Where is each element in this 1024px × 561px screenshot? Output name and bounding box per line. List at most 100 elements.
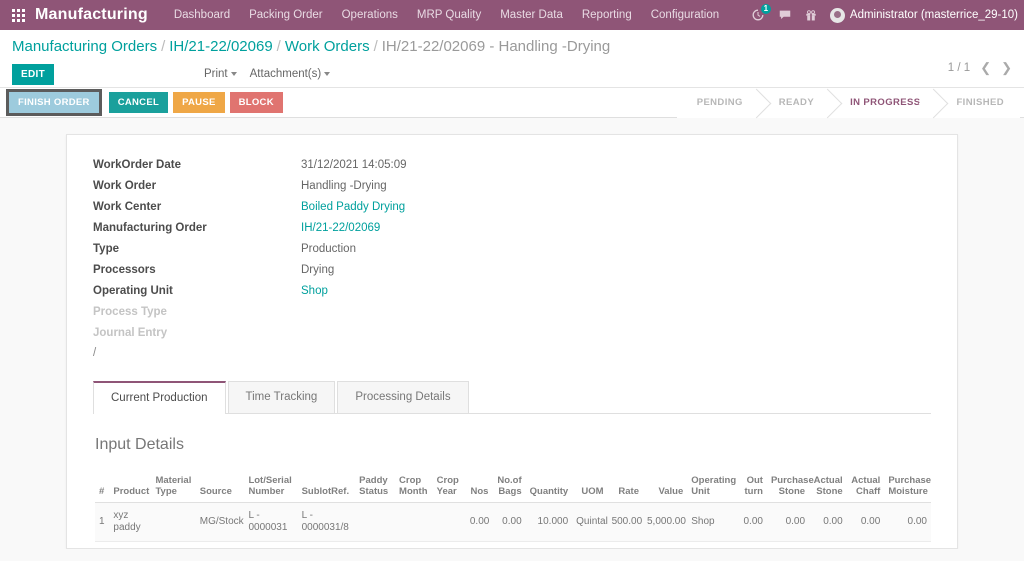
cell-nos: 0.00 — [469, 516, 490, 527]
trailing-slash-text: / — [93, 347, 97, 359]
table-row[interactable]: 1 xyz paddy MG/Stock L - 0000031 L - 000… — [95, 502, 931, 542]
cell-operating-unit: Shop — [691, 516, 715, 527]
cell-rate: 500.00 — [611, 516, 643, 527]
current-production-panel: Input Details # Product Material Type So… — [93, 414, 931, 542]
workorder-field-table: WorkOrder Date 31/12/2021 14:05:09 Work … — [93, 155, 407, 344]
breadcrumb-separator: / — [373, 38, 378, 55]
status-stage-in-progress[interactable]: IN PROGRESS — [830, 87, 937, 118]
field-label: Journal Entry — [93, 327, 168, 339]
menu-item-configuration[interactable]: Configuration — [651, 9, 719, 21]
col-source: Source — [195, 470, 245, 503]
cell-crop-month — [395, 503, 433, 542]
menu-item-operations[interactable]: Operations — [342, 9, 398, 21]
app-title[interactable]: Manufacturing — [35, 6, 148, 24]
col-actual-stone: Actual Stone — [809, 470, 847, 503]
gift-icon[interactable] — [805, 9, 817, 22]
workorder-action-bar: FINISH ORDER CANCEL PAUSE BLOCK PENDING … — [0, 87, 1024, 118]
chevron-right-icon[interactable]: ❯ — [1001, 60, 1012, 76]
operating-unit-link[interactable]: Shop — [301, 285, 328, 297]
col-lot-serial-number: Lot/Serial Number — [244, 470, 298, 503]
field-label: Processors — [93, 264, 156, 276]
form-sheet-wrapper: WorkOrder Date 31/12/2021 14:05:09 Work … — [0, 118, 1024, 549]
col-product: Product — [109, 470, 152, 503]
field-value: Shop — [301, 281, 407, 302]
print-dropdown[interactable]: Print — [204, 68, 237, 80]
field-value: Boiled Paddy Drying — [301, 197, 407, 218]
field-row-workorder-date: WorkOrder Date 31/12/2021 14:05:09 — [93, 155, 407, 176]
chat-bubble-icon[interactable] — [778, 8, 792, 22]
field-value — [301, 302, 407, 323]
chevron-down-icon — [230, 71, 237, 76]
notebook-tabs: Current Production Time Tracking Process… — [93, 381, 931, 414]
avatar-icon — [829, 7, 845, 23]
cell-purchase-moisture: 0.00 — [907, 516, 927, 527]
menu-item-mrp-quality[interactable]: MRP Quality — [417, 9, 481, 21]
tab-time-tracking[interactable]: Time Tracking — [227, 381, 336, 413]
table-head: # Product Material Type Source Lot/Seria… — [95, 470, 931, 503]
field-row-work-center: Work Center Boiled Paddy Drying — [93, 197, 407, 218]
field-value: Handling -Drying — [301, 180, 387, 192]
status-stage-pending[interactable]: PENDING — [676, 87, 759, 118]
field-value: Drying — [301, 264, 335, 276]
tab-current-production[interactable]: Current Production — [93, 381, 226, 414]
cell-index: 1 — [99, 516, 105, 527]
col-crop-year: Crop Year — [432, 470, 466, 503]
control-panel-dropdowns: Print Attachment(s) — [204, 68, 331, 80]
work-center-link[interactable]: Boiled Paddy Drying — [301, 201, 405, 213]
breadcrumb-item-manufacturing-orders[interactable]: Manufacturing Orders — [12, 38, 157, 55]
table-header-row: # Product Material Type Source Lot/Seria… — [95, 470, 931, 503]
breadcrumb-separator: / — [276, 38, 281, 55]
menu-item-master-data[interactable]: Master Data — [500, 9, 563, 21]
status-stage-finished[interactable]: FINISHED — [936, 87, 1020, 118]
apps-grid-icon[interactable] — [12, 8, 25, 22]
cell-quantity: 10.000 — [537, 516, 569, 527]
manufacturing-order-link[interactable]: IH/21-22/02069 — [301, 222, 380, 234]
system-tray: 1 Administrator (masterrice_29-10) — [751, 4, 1018, 23]
col-index: # — [95, 470, 110, 503]
col-uom: UOM — [572, 470, 608, 503]
tab-processing-details[interactable]: Processing Details — [337, 381, 469, 413]
menu-item-packing-order[interactable]: Packing Order — [249, 9, 323, 21]
cancel-button[interactable]: CANCEL — [108, 92, 169, 113]
cell-actual-chaff: 0.00 — [860, 516, 881, 527]
cell-source: MG/Stock — [199, 516, 244, 527]
input-details-table: # Product Material Type Source Lot/Seria… — [95, 470, 931, 542]
field-value: Production — [301, 243, 356, 255]
edit-button[interactable]: EDIT — [12, 63, 54, 85]
menu-item-dashboard[interactable]: Dashboard — [174, 9, 230, 21]
table-body: 1 xyz paddy MG/Stock L - 0000031 L - 000… — [95, 502, 931, 542]
pager-value: 1 / 1 — [947, 62, 971, 74]
cell-crop-year — [433, 503, 466, 542]
breadcrumb-item-current: IH/21-22/02069 - Handling -Drying — [381, 38, 611, 55]
field-label: Work Center — [93, 201, 162, 213]
cell-actual-stone: 0.00 — [823, 516, 843, 527]
field-label: Type — [93, 243, 119, 255]
pause-button[interactable]: PAUSE — [173, 92, 225, 113]
menu-item-reporting[interactable]: Reporting — [582, 9, 632, 21]
field-label: Manufacturing Order — [93, 222, 207, 234]
col-operating-unit: Operating Unit — [687, 470, 736, 503]
pager: 1 / 1 ❮ ❯ — [948, 60, 1012, 76]
field-value: IH/21-22/02069 — [301, 218, 407, 239]
finish-order-button[interactable]: FINISH ORDER — [6, 89, 102, 116]
workorder-buttons: FINISH ORDER CANCEL PAUSE BLOCK — [6, 89, 283, 116]
field-value: 31/12/2021 14:05:09 — [301, 159, 407, 171]
chevron-left-icon[interactable]: ❮ — [980, 60, 991, 76]
attachments-dropdown[interactable]: Attachment(s) — [250, 68, 331, 80]
block-button[interactable]: BLOCK — [229, 92, 283, 113]
col-crop-month: Crop Month — [395, 470, 433, 503]
col-sublot-ref: SublotRef. — [297, 470, 356, 503]
cell-lot-serial: L - 0000031 — [248, 510, 288, 533]
breadcrumb-item-manufacturing-order-ref[interactable]: IH/21-22/02069 — [169, 38, 272, 55]
clock-activity-icon[interactable]: 1 — [751, 4, 771, 22]
field-row-processors: Processors Drying — [93, 260, 407, 281]
field-row-type: Type Production — [93, 239, 407, 260]
user-menu[interactable]: Administrator (masterrice_29-10) — [829, 7, 1018, 23]
breadcrumb-item-work-orders[interactable]: Work Orders — [285, 38, 370, 55]
col-out-turn: Out turn — [733, 470, 767, 503]
col-purchase-moisture: Purchase Moisture — [884, 470, 931, 503]
field-row-operating-unit: Operating Unit Shop — [93, 281, 407, 302]
col-purchase-stone: Purchase Stone — [766, 470, 814, 503]
top-navigation-bar: Manufacturing Dashboard Packing Order Op… — [0, 0, 1024, 30]
col-paddy-status: Paddy Status — [355, 470, 396, 503]
